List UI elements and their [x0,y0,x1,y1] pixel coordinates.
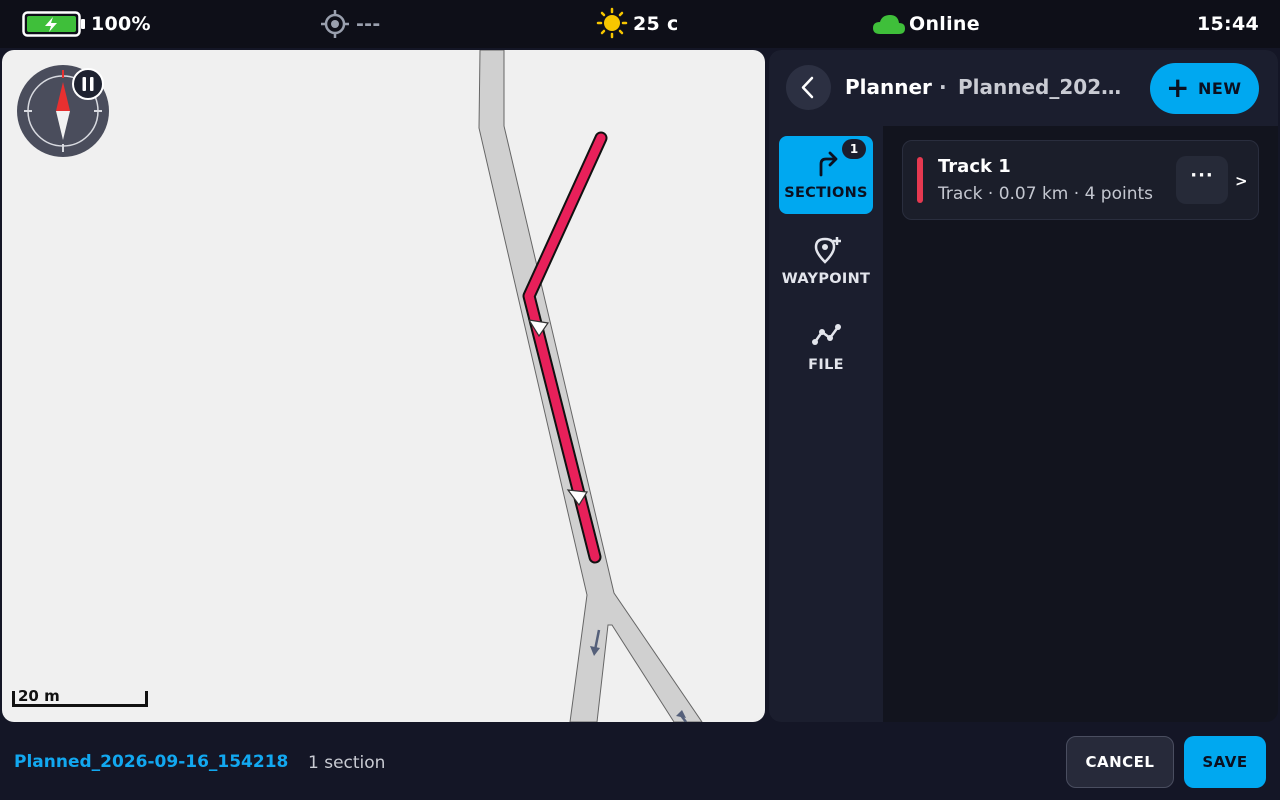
planner-side-rail: SECTIONS 1 WAYPOINT FILE [769,126,883,722]
new-button-label: NEW [1198,79,1242,98]
more-icon: ··· [1190,165,1214,186]
map-view[interactable]: 20 m [2,50,765,722]
rail-item-file[interactable]: FILE [779,308,873,386]
pause-icon [82,77,94,91]
status-bar: 100% --- 25 c Online 15:44 [0,0,1280,48]
scale-label: 20 m [18,687,60,705]
plan-name-title: Planned_2026-09-16_154218 [958,75,1134,99]
track-details: Track · 0.07 km · 4 points [938,184,1153,204]
back-button[interactable] [786,65,831,110]
plus-icon: + [1166,71,1190,104]
planner-panel: Planner · Planned_2026-09-16_154218 + NE… [769,50,1278,722]
chevron-left-icon [801,76,814,99]
more-options-button[interactable]: ··· [1176,156,1228,204]
gps-status: --- [356,13,381,35]
track-list-item[interactable]: Track 1 Track · 0.07 km · 4 points ··· > [902,140,1259,220]
rail-item-label: WAYPOINT [781,271,871,287]
map-scale: 20 m [10,687,150,713]
pause-button[interactable] [72,68,104,100]
rail-item-waypoint[interactable]: WAYPOINT [779,222,873,300]
sun-icon [596,7,628,39]
section-count: 1 section [308,753,386,773]
planner-header: Planner · Planned_2026-09-16_154218 + NE… [769,50,1278,126]
connection-status: Online [909,13,980,35]
rail-item-sections[interactable]: SECTIONS 1 [779,136,873,214]
road-network [478,50,703,722]
track-color-indicator [917,157,923,203]
cloud-icon [873,15,905,34]
page-title: Planner [845,75,932,99]
cancel-button[interactable]: CANCEL [1066,736,1174,788]
battery-level: 100% [91,13,151,35]
count-badge: 1 [842,139,866,159]
plan-name[interactable]: Planned_2026-09-16_154218 [14,751,288,773]
temperature: 25 c [633,13,679,35]
battery-icon [22,11,85,37]
track-name: Track 1 [938,156,1011,177]
title-separator: · [939,75,947,99]
bottom-bar: Planned_2026-09-16_154218 1 section CANC… [0,724,1280,800]
save-button[interactable]: SAVE [1184,736,1266,788]
route-file-icon [812,324,841,345]
new-button[interactable]: + NEW [1150,63,1259,114]
chevron-right-icon[interactable]: > [1235,171,1248,191]
gps-target-icon [321,10,349,38]
add-location-pin-icon [814,237,841,264]
rail-item-label: FILE [808,357,844,373]
rail-item-label: SECTIONS [784,185,868,201]
clock: 15:44 [1197,13,1259,35]
